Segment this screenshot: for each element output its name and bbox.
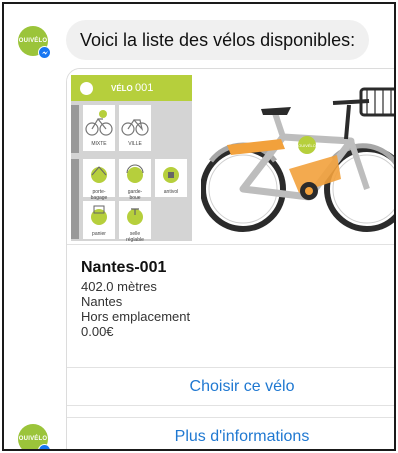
bike-price: 0.00€ — [81, 324, 114, 339]
spec-label-mixte: MIXTE — [91, 141, 107, 147]
spec-label-saddle: selle réglable — [126, 231, 144, 243]
spec-header-number: 001 — [135, 82, 154, 94]
bike-card[interactable]: VÉLO 001 MIXTE VILLE porte-bagage garde-… — [66, 68, 394, 449]
rack-icon — [91, 166, 107, 183]
bike-logo-text: OUIVÉLO — [298, 143, 316, 148]
spec-header-prefix: VÉLO — [111, 84, 133, 93]
bike-frame-icon — [85, 110, 113, 136]
basket-icon — [91, 205, 107, 225]
saddle-icon — [127, 208, 143, 225]
messenger-window: OUIVÉLO Voici la liste des vélos disponi… — [2, 2, 396, 451]
bot-avatar-text: OUIVÉLO — [18, 436, 48, 442]
spec-accessory-box: antivol — [155, 159, 187, 197]
bike-city: Nantes — [81, 294, 123, 309]
bike-distance: 402.0 mètres — [81, 279, 157, 294]
spec-accessory-box: garde-boue — [119, 159, 151, 201]
spec-mixte-box: MIXTE — [83, 105, 115, 151]
logo-icon — [80, 81, 93, 95]
spec-label-mudguard: garde-boue — [127, 189, 143, 201]
message-text: Voici la liste des vélos disponibles: — [80, 29, 356, 50]
spec-label-ville: VILLE — [128, 141, 142, 147]
spec-side-bar — [71, 159, 79, 239]
spec-accessory-box: porte-bagage — [83, 159, 115, 201]
spec-label-basket: panier — [92, 231, 106, 237]
bike-details: Nantes-001 402.0 mètres Nantes Hors empl… — [81, 257, 190, 339]
bike-status: Hors emplacement — [81, 309, 191, 324]
message-bubble: Voici la liste des vélos disponibles: — [66, 20, 370, 60]
spec-sheet: VÉLO 001 MIXTE VILLE porte-bagage garde-… — [71, 75, 192, 243]
spec-label-rack: porte-bagage — [90, 189, 108, 201]
bike-city-icon — [121, 119, 149, 136]
spec-accessory-box: selle réglable — [119, 201, 151, 243]
messenger-icon — [38, 46, 51, 59]
bike-illustration: OUIVÉLO — [201, 87, 394, 232]
spec-header: VÉLO 001 — [71, 75, 192, 101]
spec-side-bar — [71, 105, 79, 153]
bike-image[interactable]: VÉLO 001 MIXTE VILLE porte-bagage garde-… — [67, 69, 394, 245]
more-info-button[interactable]: Plus d'informations — [67, 417, 394, 449]
spec-label-lock: antivol — [163, 189, 179, 195]
bot-avatar: OUIVÉLO — [18, 26, 51, 59]
choose-bike-button[interactable]: Choisir ce vélo — [67, 367, 394, 405]
mudguard-icon — [126, 164, 144, 183]
spec-ville-box: VILLE — [119, 105, 151, 151]
spec-accessory-box: panier — [83, 201, 115, 239]
bike-title: Nantes-001 — [81, 259, 167, 276]
bot-avatar: OUIVÉLO — [18, 424, 51, 449]
divider — [67, 405, 394, 417]
bot-avatar-text: OUIVÉLO — [18, 38, 48, 44]
lock-icon — [163, 167, 179, 183]
messenger-icon — [38, 444, 51, 449]
